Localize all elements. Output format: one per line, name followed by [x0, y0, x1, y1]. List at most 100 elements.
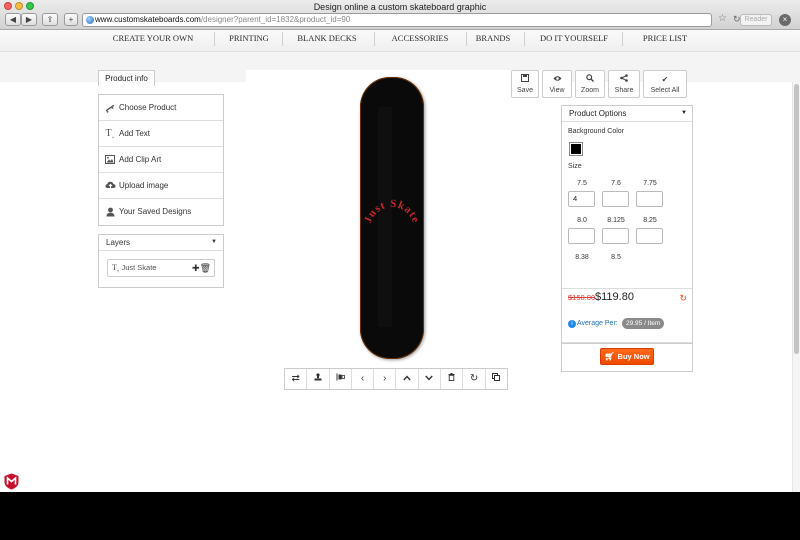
- url-host: www.customskateboards.com: [95, 15, 201, 24]
- caret-down-icon[interactable]: ▼: [681, 106, 687, 121]
- layers-header[interactable]: Layers ▼: [99, 235, 223, 251]
- save-icon: [512, 73, 538, 86]
- size-option-label: 8.5: [611, 254, 621, 261]
- zoom-label: Zoom: [581, 87, 599, 94]
- stamp-icon[interactable]: [307, 369, 330, 389]
- menu-item-label: Add Text: [119, 129, 150, 138]
- skateboard-icon: [105, 95, 115, 120]
- nav-item-price-list[interactable]: PRICE LIST: [628, 30, 702, 48]
- skateboard-deck[interactable]: Just Skate: [360, 77, 424, 359]
- copy-icon[interactable]: [486, 369, 507, 389]
- trash-icon[interactable]: 🗑︎: [200, 263, 211, 273]
- view-button[interactable]: View: [542, 70, 572, 98]
- size-quantity-input[interactable]: [602, 191, 629, 207]
- back-button[interactable]: ◀: [5, 13, 21, 26]
- product-options-header[interactable]: Product Options ▼: [562, 106, 692, 122]
- refresh-icon[interactable]: ↻: [463, 369, 486, 389]
- menu-item-add-text[interactable]: T+ Add Text: [99, 121, 223, 147]
- zoom-button[interactable]: Zoom: [575, 70, 605, 98]
- view-label: View: [549, 87, 565, 94]
- design-canvas[interactable]: Just Skate: [246, 70, 556, 370]
- menu-item-saved-designs[interactable]: Your Saved Designs: [99, 199, 223, 225]
- size-option-label: 8.38: [575, 254, 589, 261]
- trash-icon[interactable]: [441, 369, 464, 389]
- nav-divider: [524, 32, 525, 46]
- nav-divider: [466, 32, 467, 46]
- share-label: Share: [614, 87, 634, 94]
- average-per-label: Average Per:: [577, 320, 618, 327]
- size-quantity-input[interactable]: [636, 228, 663, 244]
- size-quantity-input[interactable]: [636, 191, 663, 207]
- size-quantity-input[interactable]: [568, 228, 595, 244]
- eye-icon: [543, 73, 571, 86]
- nav-divider: [214, 32, 215, 46]
- caret-down-icon[interactable]: ▼: [211, 235, 217, 250]
- layer-actions: ✚🗑︎: [192, 260, 211, 276]
- size-quantity-input[interactable]: [602, 228, 629, 244]
- arrow-right-icon[interactable]: ›: [374, 369, 397, 389]
- select-all-button[interactable]: ✔ Select All: [643, 70, 687, 98]
- main-nav: CREATE YOUR OWN PRINTING BLANK DECKS ACC…: [0, 30, 800, 52]
- buy-now-button[interactable]: 🛒︎ Buy Now: [600, 348, 654, 365]
- designer-menu: Choose Product T+ Add Text Add Clip Art …: [98, 94, 224, 226]
- globe-icon: [86, 16, 94, 24]
- page: CREATE YOUR OWN PRINTING BLANK DECKS ACC…: [0, 30, 800, 492]
- user-icon: [105, 199, 115, 224]
- arrow-down-icon[interactable]: [419, 369, 442, 389]
- forward-button[interactable]: ▶: [21, 13, 37, 26]
- svg-text:Just Skate: Just Skate: [362, 198, 422, 225]
- nav-item-accessories[interactable]: ACCESSORIES: [380, 30, 460, 48]
- size-option-label: 8.125: [607, 217, 625, 224]
- nav-item-brands[interactable]: BRANDS: [470, 30, 516, 48]
- original-price: $150.00: [568, 293, 596, 302]
- buy-now-label: Buy Now: [617, 352, 650, 361]
- tab-product-info[interactable]: Product info: [98, 70, 155, 86]
- arrow-up-icon[interactable]: [396, 369, 419, 389]
- nav-divider: [374, 32, 375, 46]
- canvas-toolbar: ⇄ ‹ › ↻: [284, 368, 508, 390]
- menu-item-add-clip-art[interactable]: Add Clip Art: [99, 147, 223, 173]
- sale-price: $119.80: [595, 291, 634, 303]
- save-button[interactable]: Save: [511, 70, 539, 98]
- price-row: $150.00 $119.80 ↻: [562, 288, 692, 310]
- swap-icon[interactable]: ⇄: [285, 369, 308, 389]
- bookmark-star-icon[interactable]: ☆: [718, 13, 727, 24]
- align-icon[interactable]: [330, 369, 352, 389]
- share-icon: [609, 73, 639, 86]
- deck-text-layer[interactable]: Just Skate: [360, 77, 424, 359]
- share-page-button[interactable]: ⇪: [42, 13, 58, 26]
- menu-item-upload-image[interactable]: Upload image: [99, 173, 223, 199]
- menu-item-label: Upload image: [119, 181, 169, 190]
- mcafee-shield-icon[interactable]: [4, 473, 19, 490]
- nav-divider: [282, 32, 283, 46]
- average-per-badge: 29.95 / Item: [622, 318, 665, 329]
- save-label: Save: [517, 87, 533, 94]
- nav-item-printing[interactable]: PRINTING: [218, 30, 280, 48]
- select-all-label: Select All: [650, 87, 680, 94]
- address-bar[interactable]: www.customskateboards.com/designer?paren…: [82, 13, 712, 27]
- share-button[interactable]: Share: [608, 70, 640, 98]
- stop-icon[interactable]: ×: [779, 14, 791, 26]
- size-quantity-input[interactable]: 4: [568, 191, 595, 207]
- size-option-label: 8.0: [577, 217, 587, 224]
- move-icon[interactable]: ✚: [192, 263, 200, 273]
- refresh-price-icon[interactable]: ↻: [679, 293, 687, 304]
- nav-item-do-it-yourself[interactable]: DO IT YOURSELF: [530, 30, 618, 48]
- nav-item-blank-decks[interactable]: BLANK DECKS: [286, 30, 368, 48]
- deck-curved-text[interactable]: Just Skate: [362, 198, 422, 225]
- check-icon: ✔: [661, 75, 669, 84]
- arrow-left-icon[interactable]: ‹: [352, 369, 375, 389]
- nav-item-create-your-own[interactable]: CREATE YOUR OWN: [93, 30, 213, 48]
- size-option-label: 7.5: [577, 180, 587, 187]
- background-color-swatch[interactable]: [569, 142, 583, 156]
- product-options-panel: Product Options ▼ Background Color Size …: [561, 105, 693, 344]
- text-layer-icon-suffix: T: [116, 268, 120, 274]
- new-tab-button[interactable]: +: [64, 13, 78, 26]
- divider: [562, 342, 692, 343]
- menu-item-choose-product[interactable]: Choose Product: [99, 95, 223, 121]
- reader-button[interactable]: Reader: [740, 14, 772, 26]
- size-label: Size: [568, 163, 582, 170]
- layer-item[interactable]: TT Just Skate ✚🗑︎: [107, 259, 215, 277]
- scrollbar-thumb[interactable]: [794, 84, 799, 354]
- menu-item-label: Your Saved Designs: [119, 207, 192, 216]
